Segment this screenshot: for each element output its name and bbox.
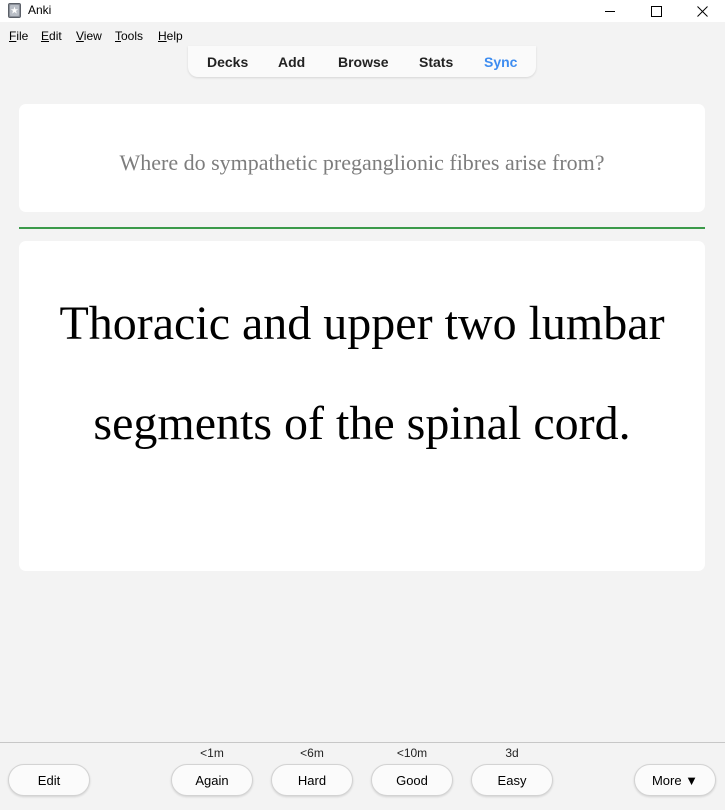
menu-mnemonic: V: [76, 29, 84, 43]
good-button[interactable]: Good: [371, 764, 453, 796]
more-button[interactable]: More ▼: [634, 764, 716, 796]
edit-button[interactable]: Edit: [8, 764, 90, 796]
minimize-button[interactable]: [587, 0, 633, 22]
main-toolbar: Decks Add Browse Stats Sync: [188, 46, 536, 77]
answer-divider: [19, 227, 705, 229]
menu-tools[interactable]: Tools: [115, 29, 143, 43]
again-button[interactable]: Again: [171, 764, 253, 796]
minimize-icon: [605, 11, 615, 12]
hard-button[interactable]: Hard: [271, 764, 353, 796]
toolbar-browse-link[interactable]: Browse: [338, 54, 389, 70]
again-interval: <1m: [200, 746, 224, 760]
question-card: Where do sympathetic preganglionic fibre…: [19, 104, 705, 212]
toolbar-add-link[interactable]: Add: [278, 54, 305, 70]
menu-label: elp: [166, 29, 183, 43]
card-question: Where do sympathetic preganglionic fibre…: [119, 150, 605, 175]
menu-mnemonic: H: [158, 29, 167, 43]
close-button[interactable]: [679, 0, 725, 22]
window-title: Anki: [28, 3, 52, 17]
anki-window: Anki File Edit View Tools Help Decks Add: [0, 0, 725, 810]
anki-star-icon: [8, 3, 21, 18]
menu-view[interactable]: View: [76, 29, 102, 43]
toolbar-decks-link[interactable]: Decks: [207, 54, 248, 70]
menu-help[interactable]: Help: [158, 29, 183, 43]
toolbar-stats-link[interactable]: Stats: [419, 54, 453, 70]
title-bar: Anki: [0, 0, 725, 22]
menu-label: ile: [16, 29, 29, 43]
good-interval: <10m: [396, 746, 428, 760]
answer-card: Thoracic and upper two lumbar segments o…: [19, 241, 705, 571]
menu-edit[interactable]: Edit: [41, 29, 62, 43]
menu-bar: File Edit View Tools Help: [0, 26, 725, 46]
easy-button[interactable]: Easy: [471, 764, 553, 796]
hard-interval: <6m: [300, 746, 324, 760]
menu-file[interactable]: File: [9, 29, 28, 43]
easy-interval: 3d: [505, 746, 519, 760]
menu-label: ools: [121, 29, 144, 43]
close-icon: [696, 5, 708, 17]
card-answer: Thoracic and upper two lumbar segments o…: [59, 297, 665, 450]
maximize-button[interactable]: [633, 0, 679, 22]
toolbar-sync-link[interactable]: Sync: [484, 54, 517, 70]
menu-label: iew: [83, 29, 102, 43]
maximize-icon: [650, 5, 662, 17]
menu-label: dit: [49, 29, 62, 43]
menu-mnemonic: E: [41, 29, 50, 43]
review-bottom-bar: Edit <1m Again <6m Hard <10m Good 3d Eas…: [0, 742, 725, 810]
